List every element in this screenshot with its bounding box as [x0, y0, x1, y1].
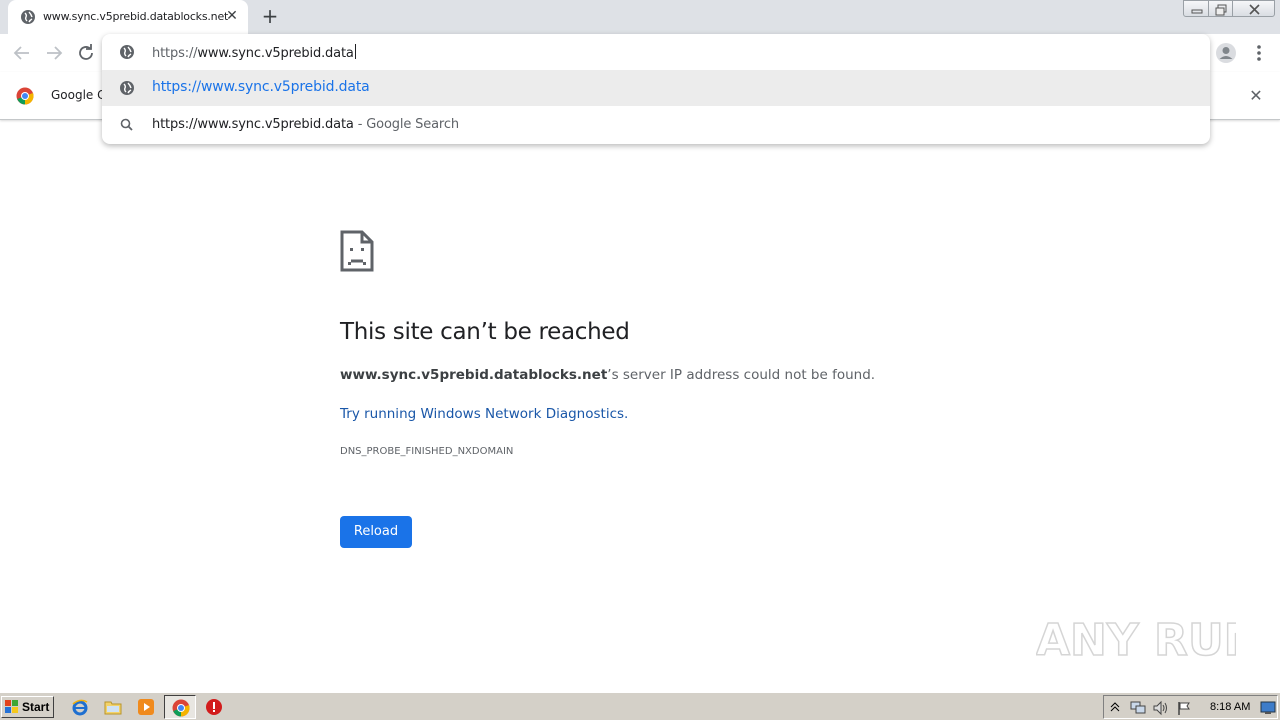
error-code: DNS_PROBE_FINISHED_NXDOMAIN	[340, 446, 514, 457]
window-minimize-button[interactable]	[1183, 0, 1209, 17]
info-bar-close-icon[interactable]: ✕	[1246, 86, 1266, 106]
address-input[interactable]: https://www.sync.v5prebid.data	[152, 44, 356, 61]
window-close-button[interactable]	[1232, 0, 1275, 17]
tab-title: www.sync.v5prebid.datablocks.net	[43, 10, 229, 23]
suggestion-search: https://www.sync.v5prebid.data - Google …	[152, 117, 459, 132]
action-center-flag-icon[interactable]	[1176, 700, 1192, 716]
close-icon	[1249, 4, 1260, 15]
minimize-icon	[1191, 9, 1203, 14]
globe-icon	[120, 45, 134, 59]
omnibox-dropdown: https://www.sync.v5prebid.data https://w…	[102, 34, 1210, 144]
clock[interactable]: 8:18 AM	[1210, 701, 1250, 713]
globe-icon	[120, 81, 134, 95]
window-restore-button[interactable]	[1208, 0, 1233, 17]
system-tray: 8:18 AM	[1103, 695, 1278, 719]
chrome-logo-icon	[16, 87, 34, 105]
arrow-left-icon[interactable]	[10, 41, 34, 65]
suggestion-url: https://www.sync.v5prebid.data	[152, 79, 370, 95]
show-hidden-icons-icon[interactable]	[1110, 701, 1120, 713]
sad-page-icon	[340, 230, 374, 272]
omnibox-suggestion[interactable]: https://www.sync.v5prebid.data - Google …	[102, 107, 1210, 143]
anyrun-watermark: ANY RUN	[1036, 614, 1236, 667]
arrow-right-icon[interactable]	[42, 41, 66, 65]
address-protocol: https://	[152, 46, 198, 61]
taskbar-chrome-button[interactable]	[164, 695, 196, 719]
internet-explorer-icon[interactable]	[71, 698, 89, 716]
media-player-icon[interactable]	[137, 698, 155, 716]
reload-icon[interactable]	[74, 41, 98, 65]
suggestion-search-query: https://www.sync.v5prebid.data	[152, 117, 354, 132]
suggestion-search-desc: - Google Search	[353, 117, 459, 132]
watermark-text: ANY RUN	[1036, 615, 1236, 666]
info-bar-text: Google Cł	[51, 88, 109, 102]
tab-close-icon[interactable]: ✕	[223, 7, 241, 25]
taskbar: Start 8:18 AM	[0, 692, 1280, 720]
stop-sign-icon[interactable]	[205, 698, 223, 716]
tab-strip: www.sync.v5prebid.datablocks.net ✕ +	[0, 0, 1280, 34]
windows-logo-icon	[5, 700, 18, 713]
omnibox-suggestion[interactable]: https://www.sync.v5prebid.data	[102, 70, 1210, 106]
error-host: www.sync.v5prebid.datablocks.net	[340, 367, 608, 383]
network-icon[interactable]	[1129, 700, 1147, 716]
new-tab-button[interactable]: +	[258, 5, 282, 29]
address-text: www.sync.v5prebid.data	[197, 46, 354, 61]
show-desktop-icon[interactable]	[1260, 700, 1276, 716]
error-message-text: ’s server IP address could not be found.	[607, 367, 876, 383]
omnibox-input-row[interactable]: https://www.sync.v5prebid.data	[102, 34, 1210, 70]
chrome-logo-icon	[172, 699, 190, 717]
network-diagnostics-link[interactable]: Try running Windows Network Diagnostics.	[340, 406, 628, 422]
start-button[interactable]: Start	[1, 696, 54, 718]
error-title: This site can’t be reached	[340, 319, 630, 345]
globe-icon	[21, 10, 35, 24]
reload-button[interactable]: Reload	[340, 516, 412, 548]
start-label: Start	[22, 700, 50, 714]
volume-icon[interactable]	[1152, 700, 1170, 716]
text-caret	[354, 44, 356, 59]
error-message: www.sync.v5prebid.datablocks.net’s serve…	[340, 367, 875, 383]
restore-icon	[1215, 4, 1227, 16]
profile-icon[interactable]	[1214, 41, 1238, 65]
tab-active[interactable]: www.sync.v5prebid.datablocks.net ✕	[8, 0, 248, 34]
kebab-menu-icon[interactable]	[1248, 41, 1270, 65]
folder-icon[interactable]	[104, 698, 122, 716]
search-icon	[120, 118, 133, 131]
